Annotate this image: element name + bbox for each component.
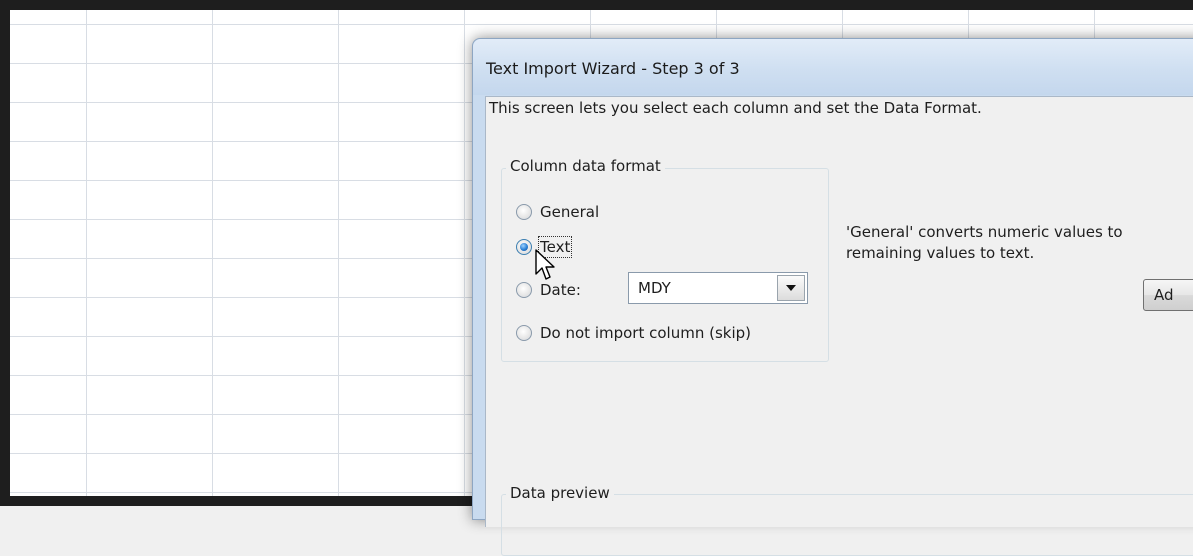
date-format-dropdown-button[interactable] xyxy=(777,275,805,301)
format-description-line2: remaining values to text. xyxy=(846,244,1035,262)
data-preview-group xyxy=(501,494,1193,556)
advanced-button-label: Ad xyxy=(1154,286,1174,304)
radio-skip-row[interactable]: Do not import column (skip) xyxy=(516,322,751,344)
radio-general-row[interactable]: General xyxy=(516,201,599,223)
text-import-wizard-dialog: Text Import Wizard - Step 3 of 3 This sc… xyxy=(472,38,1193,556)
radio-general-label: General xyxy=(540,203,600,221)
radio-date-label: Date: xyxy=(540,281,581,299)
radio-skip[interactable] xyxy=(516,325,532,341)
radio-general[interactable] xyxy=(516,204,532,220)
mouse-pointer-icon xyxy=(535,249,555,280)
date-format-combo[interactable]: MDY xyxy=(628,272,808,304)
dialog-titlebar[interactable]: Text Import Wizard - Step 3 of 3 xyxy=(473,39,1193,95)
format-description-line1: 'General' converts numeric values to xyxy=(846,223,1123,241)
date-format-value: MDY xyxy=(638,279,671,297)
advanced-button[interactable]: Ad xyxy=(1143,279,1193,311)
intro-text: This screen lets you select each column … xyxy=(489,99,982,117)
chevron-down-icon xyxy=(786,285,796,291)
radio-text[interactable] xyxy=(516,239,532,255)
radio-skip-label: Do not import column (skip) xyxy=(540,324,752,342)
dialog-title: Text Import Wizard - Step 3 of 3 xyxy=(486,59,740,78)
radio-date[interactable] xyxy=(516,282,532,298)
column-data-format-legend: Column data format xyxy=(506,157,665,175)
data-preview-legend: Data preview xyxy=(506,484,614,502)
